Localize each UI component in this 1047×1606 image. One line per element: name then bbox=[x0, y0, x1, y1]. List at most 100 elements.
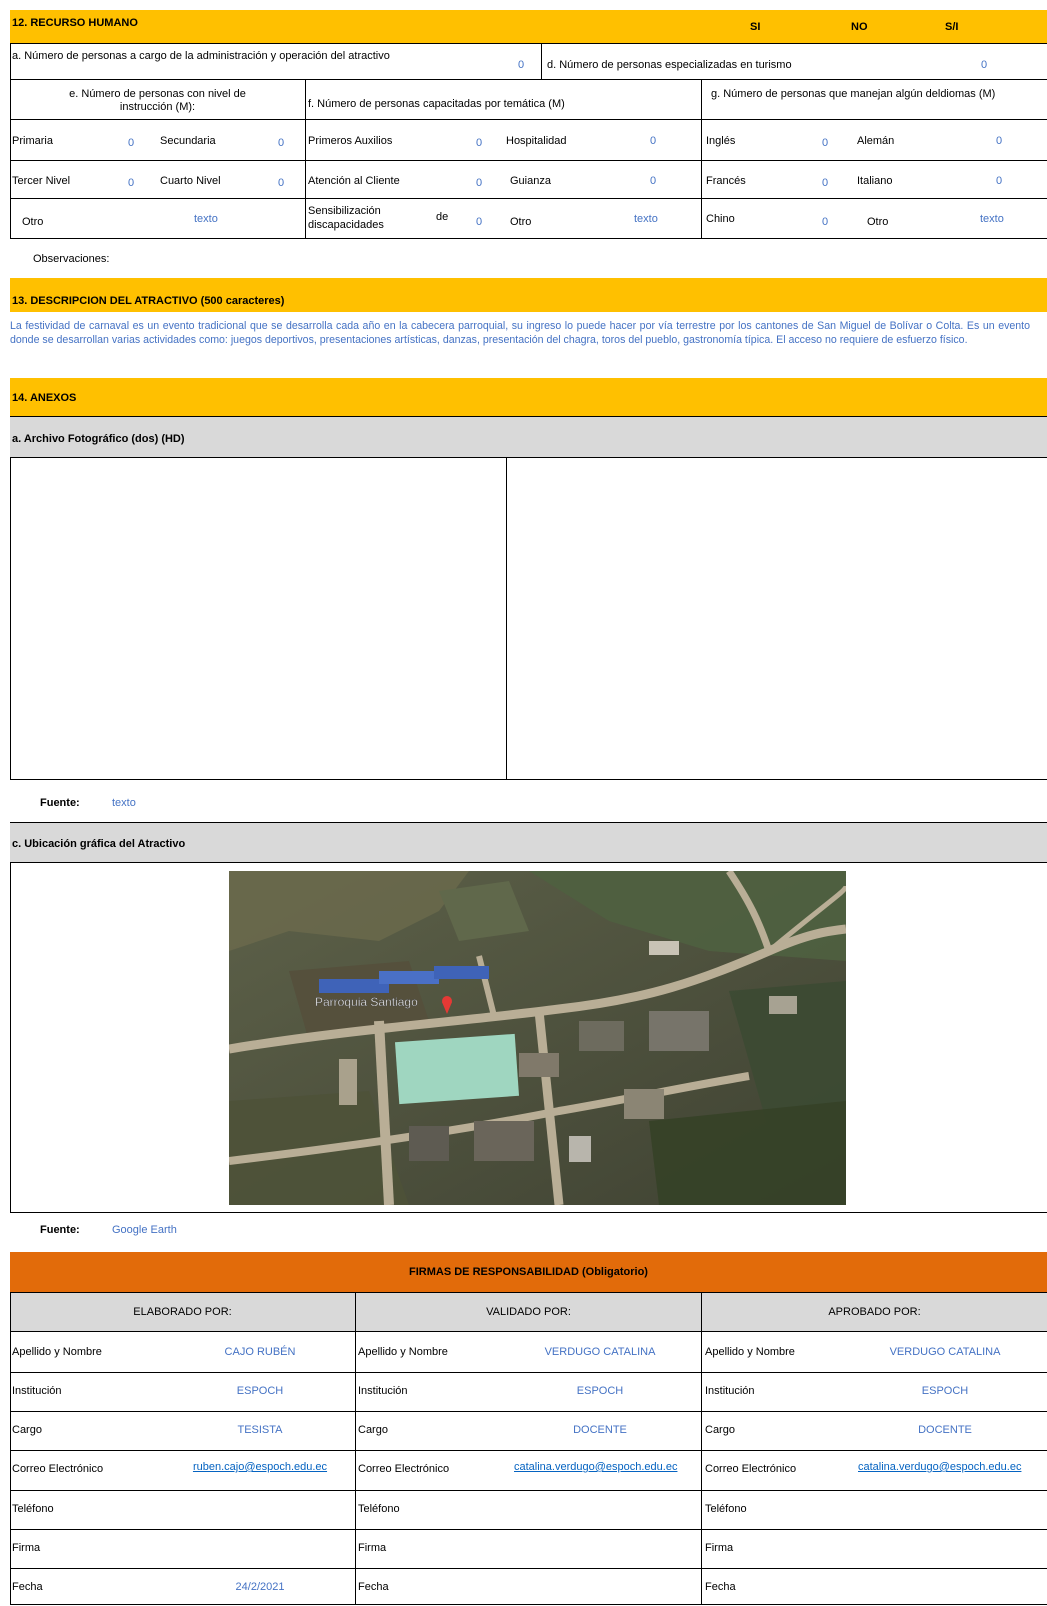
validado-cargo-label: Cargo bbox=[358, 1424, 388, 1436]
row1-secundaria-value[interactable]: 0 bbox=[278, 137, 284, 150]
divider bbox=[10, 1372, 1047, 1373]
row1-primeros-auxilios-label: Primeros Auxilios bbox=[308, 135, 393, 147]
section-13-title: 13. DESCRIPCION DEL ATRACTIVO (500 carac… bbox=[12, 295, 285, 307]
row2-tercer-nivel-label: Tercer Nivel bbox=[12, 175, 71, 187]
row2-italiano-value[interactable]: 0 bbox=[996, 175, 1002, 188]
divider bbox=[541, 43, 542, 79]
map-section-title: c. Ubicación gráfica del Atractivo bbox=[12, 838, 186, 850]
col-si-header: SI bbox=[750, 21, 761, 33]
row1-hospitalidad-value[interactable]: 0 bbox=[650, 135, 656, 148]
divider bbox=[355, 1292, 356, 1605]
divider bbox=[701, 1292, 702, 1605]
elaborado-cargo-value[interactable]: TESISTA bbox=[160, 1424, 360, 1437]
satellite-map-image[interactable]: Parroquia Santiago bbox=[229, 871, 846, 1205]
row2-tercer-nivel-value[interactable]: 0 bbox=[128, 177, 134, 190]
row3-chino-label: Chino bbox=[706, 213, 735, 225]
divider bbox=[10, 1292, 1047, 1293]
divider bbox=[10, 1450, 1047, 1451]
photo-slot-1[interactable] bbox=[10, 458, 507, 780]
field-e-label-line2: instrucción (M): bbox=[119, 101, 196, 113]
map-fuente-value[interactable]: Google Earth bbox=[112, 1224, 177, 1237]
validado-cargo-value[interactable]: DOCENTE bbox=[500, 1424, 700, 1437]
row2-atencion-cliente-label: Atención al Cliente bbox=[308, 175, 400, 187]
row3-otro-value[interactable]: texto bbox=[194, 213, 218, 226]
field-e-label-line1: e. Número de personas con nivel de bbox=[69, 88, 246, 100]
row2-cuarto-nivel-label: Cuarto Nivel bbox=[160, 175, 221, 187]
elaborado-telefono-label: Teléfono bbox=[12, 1503, 54, 1515]
elaborado-institucion-value[interactable]: ESPOCH bbox=[160, 1385, 360, 1398]
row3-sensibilizacion-label-line1: Sensibilización bbox=[308, 205, 381, 217]
section-14-header bbox=[10, 378, 1047, 416]
divider bbox=[10, 1568, 1047, 1569]
aprobado-cargo-value[interactable]: DOCENTE bbox=[845, 1424, 1045, 1437]
divider bbox=[10, 1292, 11, 1605]
aprobado-correo-link[interactable]: catalina.verdugo@espoch.edu.ec bbox=[858, 1461, 1021, 1474]
map-place-label: Parroquia Santiago bbox=[315, 995, 418, 1009]
divider bbox=[10, 1490, 1047, 1491]
row2-atencion-cliente-value[interactable]: 0 bbox=[476, 177, 482, 190]
section-12-title: 12. RECURSO HUMANO bbox=[12, 17, 138, 29]
divider bbox=[10, 43, 11, 239]
divider bbox=[10, 198, 1047, 199]
field-d-value[interactable]: 0 bbox=[981, 59, 987, 72]
row3-otro2-value[interactable]: texto bbox=[634, 213, 658, 226]
elaborado-fecha-value[interactable]: 24/2/2021 bbox=[160, 1581, 360, 1594]
row1-ingles-value[interactable]: 0 bbox=[822, 137, 828, 150]
field-a-value[interactable]: 0 bbox=[518, 59, 524, 72]
validado-correo-link[interactable]: catalina.verdugo@espoch.edu.ec bbox=[514, 1461, 677, 1474]
elaborado-correo-label: Correo Electrónico bbox=[12, 1463, 104, 1475]
validado-apellido-label: Apellido y Nombre bbox=[358, 1346, 448, 1358]
photo-slot-2[interactable] bbox=[507, 458, 1047, 780]
aprobado-correo-label: Correo Electrónico bbox=[705, 1463, 797, 1475]
elaborado-institucion-label: Institución bbox=[12, 1385, 62, 1397]
elaborado-firma-label: Firma bbox=[12, 1542, 41, 1554]
elaborado-apellido-value[interactable]: CAJO RUBÉN bbox=[160, 1346, 360, 1359]
divider bbox=[10, 1212, 1047, 1213]
elaborado-correo-link[interactable]: ruben.cajo@espoch.edu.ec bbox=[160, 1461, 360, 1474]
aprobado-telefono-label: Teléfono bbox=[705, 1503, 747, 1515]
field-a-label: a. Número de personas a cargo de la admi… bbox=[12, 50, 390, 62]
row2-frances-label: Francés bbox=[706, 175, 746, 187]
row3-sensibilizacion-value[interactable]: 0 bbox=[476, 216, 482, 229]
row2-guianza-value[interactable]: 0 bbox=[650, 175, 656, 188]
divider bbox=[10, 822, 1047, 823]
divider bbox=[701, 79, 702, 239]
row3-otro2-label: Otro bbox=[510, 216, 532, 228]
photo-fuente-value[interactable]: texto bbox=[112, 797, 136, 810]
section-12-header bbox=[10, 10, 1047, 43]
description-text[interactable]: La festividad de carnaval es un evento t… bbox=[10, 319, 1030, 347]
validado-institucion-value[interactable]: ESPOCH bbox=[500, 1385, 700, 1398]
row3-otro3-label: Otro bbox=[867, 216, 889, 228]
validado-header: VALIDADO POR: bbox=[486, 1306, 571, 1318]
elaborado-cargo-label: Cargo bbox=[12, 1424, 42, 1436]
row2-frances-value[interactable]: 0 bbox=[822, 177, 828, 190]
divider bbox=[10, 416, 1047, 417]
validado-correo-label: Correo Electrónico bbox=[358, 1463, 450, 1475]
row3-otro-label: Otro bbox=[22, 216, 44, 228]
divider bbox=[10, 43, 1047, 44]
divider bbox=[305, 79, 306, 239]
row3-otro3-value[interactable]: texto bbox=[980, 213, 1004, 226]
divider bbox=[10, 1331, 1047, 1332]
divider bbox=[10, 119, 1047, 120]
validado-fecha-label: Fecha bbox=[358, 1581, 389, 1593]
row2-cuarto-nivel-value[interactable]: 0 bbox=[278, 177, 284, 190]
aprobado-apellido-value[interactable]: VERDUGO CATALINA bbox=[845, 1346, 1045, 1359]
row1-primaria-value[interactable]: 0 bbox=[128, 137, 134, 150]
row1-primeros-auxilios-value[interactable]: 0 bbox=[476, 137, 482, 150]
aprobado-fecha-label: Fecha bbox=[705, 1581, 736, 1593]
section-14-title: 14. ANEXOS bbox=[12, 392, 77, 404]
aprobado-firma-label: Firma bbox=[705, 1542, 734, 1554]
divider bbox=[10, 1604, 1047, 1605]
row1-primaria-label: Primaria bbox=[12, 135, 53, 147]
field-d-label: d. Número de personas especializadas en … bbox=[547, 59, 792, 71]
divider bbox=[10, 79, 1047, 80]
aprobado-institucion-value[interactable]: ESPOCH bbox=[845, 1385, 1045, 1398]
row3-sensibilizacion-label-line2: discapacidades bbox=[308, 219, 384, 231]
validado-apellido-value[interactable]: VERDUGO CATALINA bbox=[500, 1346, 700, 1359]
photo-fuente-label: Fuente: bbox=[40, 797, 80, 809]
divider bbox=[10, 238, 1047, 239]
elaborado-fecha-label: Fecha bbox=[12, 1581, 43, 1593]
row3-chino-value[interactable]: 0 bbox=[822, 216, 828, 229]
row1-aleman-value[interactable]: 0 bbox=[996, 135, 1002, 148]
